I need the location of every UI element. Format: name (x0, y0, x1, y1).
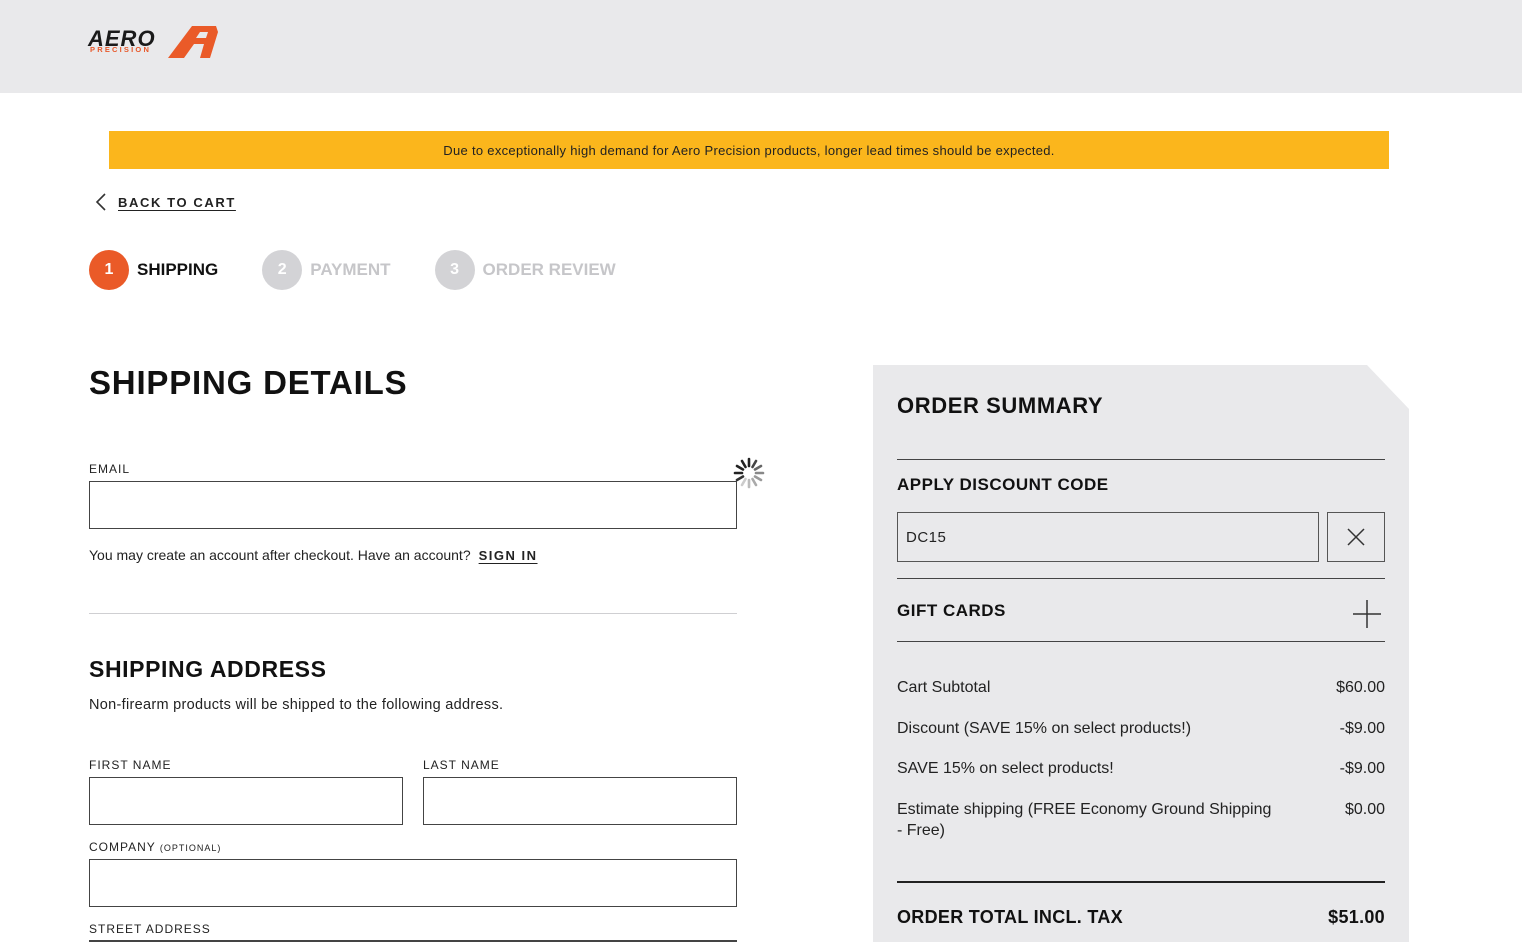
discount-code-input[interactable] (897, 512, 1319, 562)
company-label-text: COMPANY (89, 840, 156, 854)
sign-in-link[interactable]: SIGN IN (479, 548, 538, 563)
order-total-value: $51.00 (1328, 907, 1385, 927)
account-note-text: You may create an account after checkout… (89, 547, 471, 563)
step-shipping[interactable]: 1 SHIPPING (89, 250, 218, 290)
step-label: ORDER REVIEW (482, 260, 616, 279)
step-number: 3 (434, 250, 475, 290)
company-field[interactable] (89, 859, 737, 907)
order-summary-panel: ORDER SUMMARY APPLY DISCOUNT CODE GIFT C… (873, 365, 1409, 942)
summary-row-promo: SAVE 15% on select products! -$9.00 (897, 758, 1385, 779)
lead-time-banner: Due to exceptionally high demand for Aer… (109, 131, 1389, 169)
summary-row-label: Estimate shipping (FREE Economy Ground S… (897, 801, 1272, 839)
brand-logo[interactable]: AERO PRECISION (88, 24, 220, 60)
summary-row-value: -$9.00 (1339, 720, 1385, 737)
order-total-label: ORDER TOTAL INCL. TAX (897, 907, 1123, 927)
brand-a-mark-icon (168, 26, 218, 58)
back-to-cart-label: BACK TO CART (118, 194, 236, 210)
summary-row-label: SAVE 15% on select products! (897, 760, 1114, 777)
back-to-cart-link[interactable]: BACK TO CART (94, 192, 236, 212)
email-label: EMAIL (89, 462, 131, 476)
order-summary-title: ORDER SUMMARY (897, 393, 1104, 418)
summary-divider (897, 459, 1385, 460)
step-label: PAYMENT (310, 260, 391, 279)
order-total-row: ORDER TOTAL INCL. TAX $51.00 (897, 907, 1385, 928)
step-payment[interactable]: 2 PAYMENT (262, 250, 391, 290)
summary-divider (897, 578, 1385, 579)
summary-divider (897, 641, 1385, 642)
banner-text: Due to exceptionally high demand for Aer… (443, 142, 1055, 158)
step-number: 2 (262, 250, 303, 290)
summary-row-value: $0.00 (1344, 801, 1385, 818)
loading-spinner-icon (733, 457, 765, 489)
street-address-label: STREET ADDRESS (89, 922, 211, 936)
summary-row-label: Discount (SAVE 15% on select products!) (897, 720, 1192, 737)
summary-row-subtotal: Cart Subtotal $60.00 (897, 677, 1385, 698)
chevron-left-icon (95, 193, 106, 211)
summary-divider (897, 881, 1385, 883)
account-note: You may create an account after checkout… (89, 547, 538, 563)
close-icon (1347, 528, 1365, 546)
summary-row-value: $60.00 (1336, 679, 1385, 696)
summary-row-discount: Discount (SAVE 15% on select products!) … (897, 718, 1385, 739)
summary-row-shipping: Estimate shipping (FREE Economy Ground S… (897, 799, 1385, 841)
site-header: AERO PRECISION (0, 0, 1522, 93)
summary-row-label: Cart Subtotal (897, 679, 991, 696)
step-number: 1 (89, 250, 129, 290)
company-optional-text: (OPTIONAL) (159, 843, 222, 853)
last-name-field[interactable] (423, 777, 737, 825)
company-label: COMPANY (OPTIONAL) (89, 840, 221, 854)
remove-discount-button[interactable] (1327, 512, 1385, 562)
gift-cards-title[interactable]: GIFT CARDS (897, 601, 1006, 621)
email-field[interactable] (89, 481, 737, 529)
expand-gift-cards-plus-icon[interactable] (1351, 598, 1383, 630)
shipping-details-title: SHIPPING DETAILS (89, 364, 408, 401)
brand-subtitle: PRECISION (90, 45, 152, 54)
last-name-label: LAST NAME (423, 758, 500, 772)
discount-code-title[interactable]: APPLY DISCOUNT CODE (897, 475, 1109, 495)
shipping-address-title: SHIPPING ADDRESS (89, 656, 327, 682)
first-name-label: FIRST NAME (89, 758, 172, 772)
step-order-review[interactable]: 3 ORDER REVIEW (434, 250, 616, 290)
step-label: SHIPPING (137, 260, 219, 279)
shipping-address-note: Non-firearm products will be shipped to … (89, 697, 504, 713)
section-divider (89, 613, 737, 614)
summary-row-value: -$9.00 (1339, 760, 1385, 777)
first-name-field[interactable] (89, 777, 403, 825)
checkout-steps: 1 SHIPPING 2 PAYMENT 3 ORDER REVIEW (89, 250, 660, 290)
